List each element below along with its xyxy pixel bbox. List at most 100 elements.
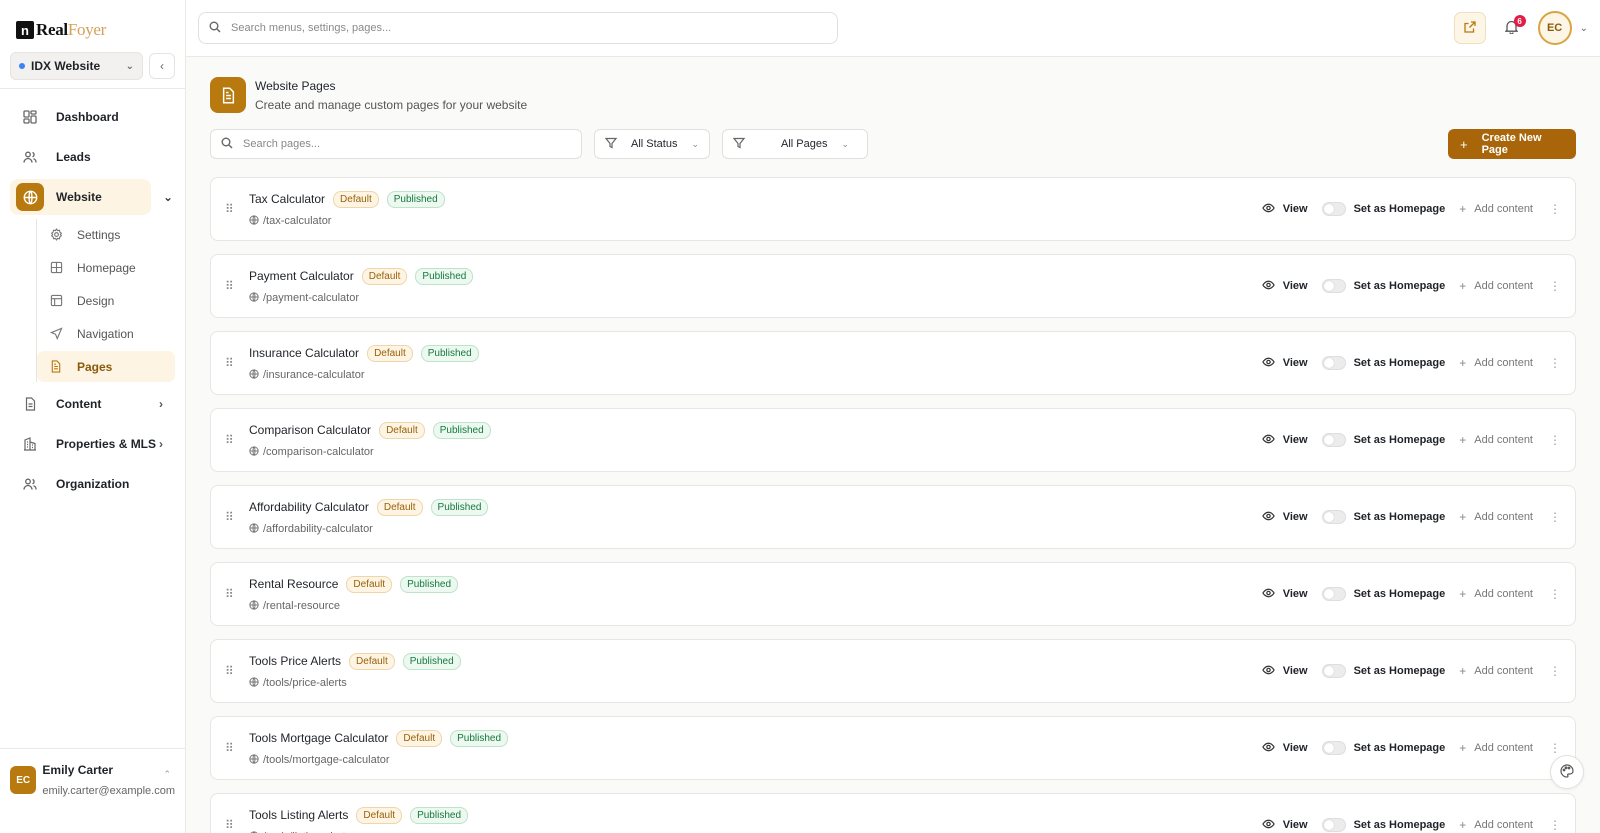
sidebar-item-content[interactable]: Content › <box>10 386 175 422</box>
drag-handle-icon[interactable]: ⠿ <box>225 356 241 370</box>
drag-handle-icon[interactable]: ⠿ <box>225 510 241 524</box>
sidebar-item-properties[interactable]: Properties & MLS › <box>10 426 175 462</box>
page-title-text[interactable]: Tools Price Alerts <box>249 654 341 668</box>
view-button[interactable]: View <box>1261 202 1308 216</box>
page-slug-text: /insurance-calculator <box>263 369 365 381</box>
drag-handle-icon[interactable]: ⠿ <box>225 202 241 216</box>
sidebar-item-leads[interactable]: Leads <box>10 139 175 175</box>
add-content-button[interactable]: + Add content <box>1459 202 1533 216</box>
page-title-text[interactable]: Insurance Calculator <box>249 346 359 360</box>
add-content-button[interactable]: + Add content <box>1459 356 1533 370</box>
page-title-text[interactable]: Tax Calculator <box>249 192 325 206</box>
page-row[interactable]: ⠿ Affordability Calculator Default Publi… <box>210 485 1576 549</box>
drag-handle-icon[interactable]: ⠿ <box>225 587 241 601</box>
open-website-button[interactable] <box>1453 12 1486 44</box>
add-content-label: Add content <box>1474 511 1533 523</box>
drag-handle-icon[interactable]: ⠿ <box>225 433 241 447</box>
homepage-toggle[interactable] <box>1321 664 1346 678</box>
page-title-text[interactable]: Affordability Calculator <box>249 500 369 514</box>
page-search-input[interactable]: Search pages... <box>210 129 582 159</box>
homepage-toggle[interactable] <box>1321 818 1346 832</box>
more-vertical-icon[interactable]: ⋮ <box>1549 279 1561 293</box>
view-button[interactable]: View <box>1261 664 1308 678</box>
user-email: emily.carter@example.com <box>42 785 175 797</box>
chevron-down-icon: ⌄ <box>125 60 134 72</box>
view-button[interactable]: View <box>1261 356 1308 370</box>
page-title-text[interactable]: Tools Mortgage Calculator <box>249 731 388 745</box>
homepage-toggle[interactable] <box>1321 356 1346 370</box>
page-slug-text: /tax-calculator <box>263 215 332 227</box>
more-vertical-icon[interactable]: ⋮ <box>1549 818 1561 832</box>
homepage-toggle[interactable] <box>1321 279 1346 293</box>
more-vertical-icon[interactable]: ⋮ <box>1549 741 1561 755</box>
more-vertical-icon[interactable]: ⋮ <box>1549 587 1561 601</box>
sidebar-subitem-navigation[interactable]: Navigation <box>37 318 175 349</box>
page-title-text[interactable]: Payment Calculator <box>249 269 354 283</box>
page-title-text[interactable]: Rental Resource <box>249 577 338 591</box>
more-vertical-icon[interactable]: ⋮ <box>1549 510 1561 524</box>
page-row[interactable]: ⠿ Comparison Calculator Default Publishe… <box>210 408 1576 472</box>
page-row[interactable]: ⠿ Payment Calculator Default Published /… <box>210 254 1576 318</box>
view-button[interactable]: View <box>1261 433 1308 447</box>
drag-handle-icon[interactable]: ⠿ <box>225 279 241 293</box>
pages-filter[interactable]: All Pages ⌄ <box>722 129 868 159</box>
add-content-button[interactable]: + Add content <box>1459 510 1533 524</box>
page-row[interactable]: ⠿ Tools Mortgage Calculator Default Publ… <box>210 716 1576 780</box>
theme-palette-button[interactable] <box>1550 755 1584 789</box>
more-vertical-icon[interactable]: ⋮ <box>1549 202 1561 216</box>
collapse-sidebar-button[interactable]: ‹ <box>149 53 175 79</box>
page-title-text[interactable]: Comparison Calculator <box>249 423 371 437</box>
brand-logo[interactable]: n RealFoyer <box>0 8 185 52</box>
user-menu[interactable]: EC Emily Carter emily.carter@example.com… <box>0 748 185 833</box>
sidebar-subitem-settings[interactable]: Settings <box>37 219 175 250</box>
sidebar-subitem-homepage[interactable]: Homepage <box>37 252 175 283</box>
create-new-page-button[interactable]: + Create New Page <box>1448 129 1576 159</box>
account-avatar[interactable]: EC <box>1537 11 1572 45</box>
add-content-button[interactable]: + Add content <box>1459 664 1533 678</box>
building-icon <box>22 436 38 452</box>
site-selector[interactable]: IDX Website ⌄ <box>10 52 143 80</box>
drag-handle-icon[interactable]: ⠿ <box>225 664 241 678</box>
sidebar-subitem-design[interactable]: Design <box>37 285 175 316</box>
homepage-toggle[interactable] <box>1321 202 1346 216</box>
global-search-input[interactable]: Search menus, settings, pages... <box>198 12 838 44</box>
status-filter[interactable]: All Status ⌄ <box>594 129 710 159</box>
homepage-toggle[interactable] <box>1321 587 1346 601</box>
add-content-button[interactable]: + Add content <box>1459 818 1533 832</box>
view-button[interactable]: View <box>1261 587 1308 601</box>
sidebar-item-website[interactable]: Website ⌄ <box>10 179 173 215</box>
notifications-button[interactable]: 6 <box>1498 14 1526 42</box>
page-row[interactable]: ⠿ Tools Listing Alerts Default Published… <box>210 793 1576 833</box>
sidebar-item-organization[interactable]: Organization <box>10 466 175 502</box>
page-row[interactable]: ⠿ Tax Calculator Default Published /tax-… <box>210 177 1576 241</box>
chevron-down-icon[interactable]: ⌄ <box>1580 23 1588 34</box>
view-button[interactable]: View <box>1261 741 1308 755</box>
homepage-toggle[interactable] <box>1321 510 1346 524</box>
add-content-button[interactable]: + Add content <box>1459 279 1533 293</box>
view-button[interactable]: View <box>1261 510 1308 524</box>
drag-handle-icon[interactable]: ⠿ <box>225 741 241 755</box>
page-row[interactable]: ⠿ Rental Resource Default Published /ren… <box>210 562 1576 626</box>
more-vertical-icon[interactable]: ⋮ <box>1549 356 1561 370</box>
globe-icon <box>249 522 259 536</box>
add-content-button[interactable]: + Add content <box>1459 433 1533 447</box>
sidebar-item-dashboard[interactable]: Dashboard <box>10 99 175 135</box>
homepage-toggle[interactable] <box>1321 741 1346 755</box>
page-row[interactable]: ⠿ Tools Price Alerts Default Published /… <box>210 639 1576 703</box>
add-content-button[interactable]: + Add content <box>1459 741 1533 755</box>
view-button[interactable]: View <box>1261 279 1308 293</box>
page-title-text[interactable]: Tools Listing Alerts <box>249 808 348 822</box>
homepage-toggle[interactable] <box>1321 433 1346 447</box>
page-row[interactable]: ⠿ Insurance Calculator Default Published… <box>210 331 1576 395</box>
sidebar-subitem-pages[interactable]: Pages <box>37 351 175 382</box>
more-vertical-icon[interactable]: ⋮ <box>1549 433 1561 447</box>
drag-handle-icon[interactable]: ⠿ <box>225 818 241 832</box>
globe-icon <box>249 753 259 767</box>
sidebar: n RealFoyer IDX Website ⌄ ‹ Dashboard Le… <box>0 0 186 833</box>
add-content-button[interactable]: + Add content <box>1459 587 1533 601</box>
view-button[interactable]: View <box>1261 818 1308 832</box>
more-vertical-icon[interactable]: ⋮ <box>1549 664 1561 678</box>
view-label: View <box>1282 511 1308 523</box>
add-content-label: Add content <box>1474 434 1533 446</box>
chevron-down-icon[interactable]: ⌄ <box>163 190 173 204</box>
